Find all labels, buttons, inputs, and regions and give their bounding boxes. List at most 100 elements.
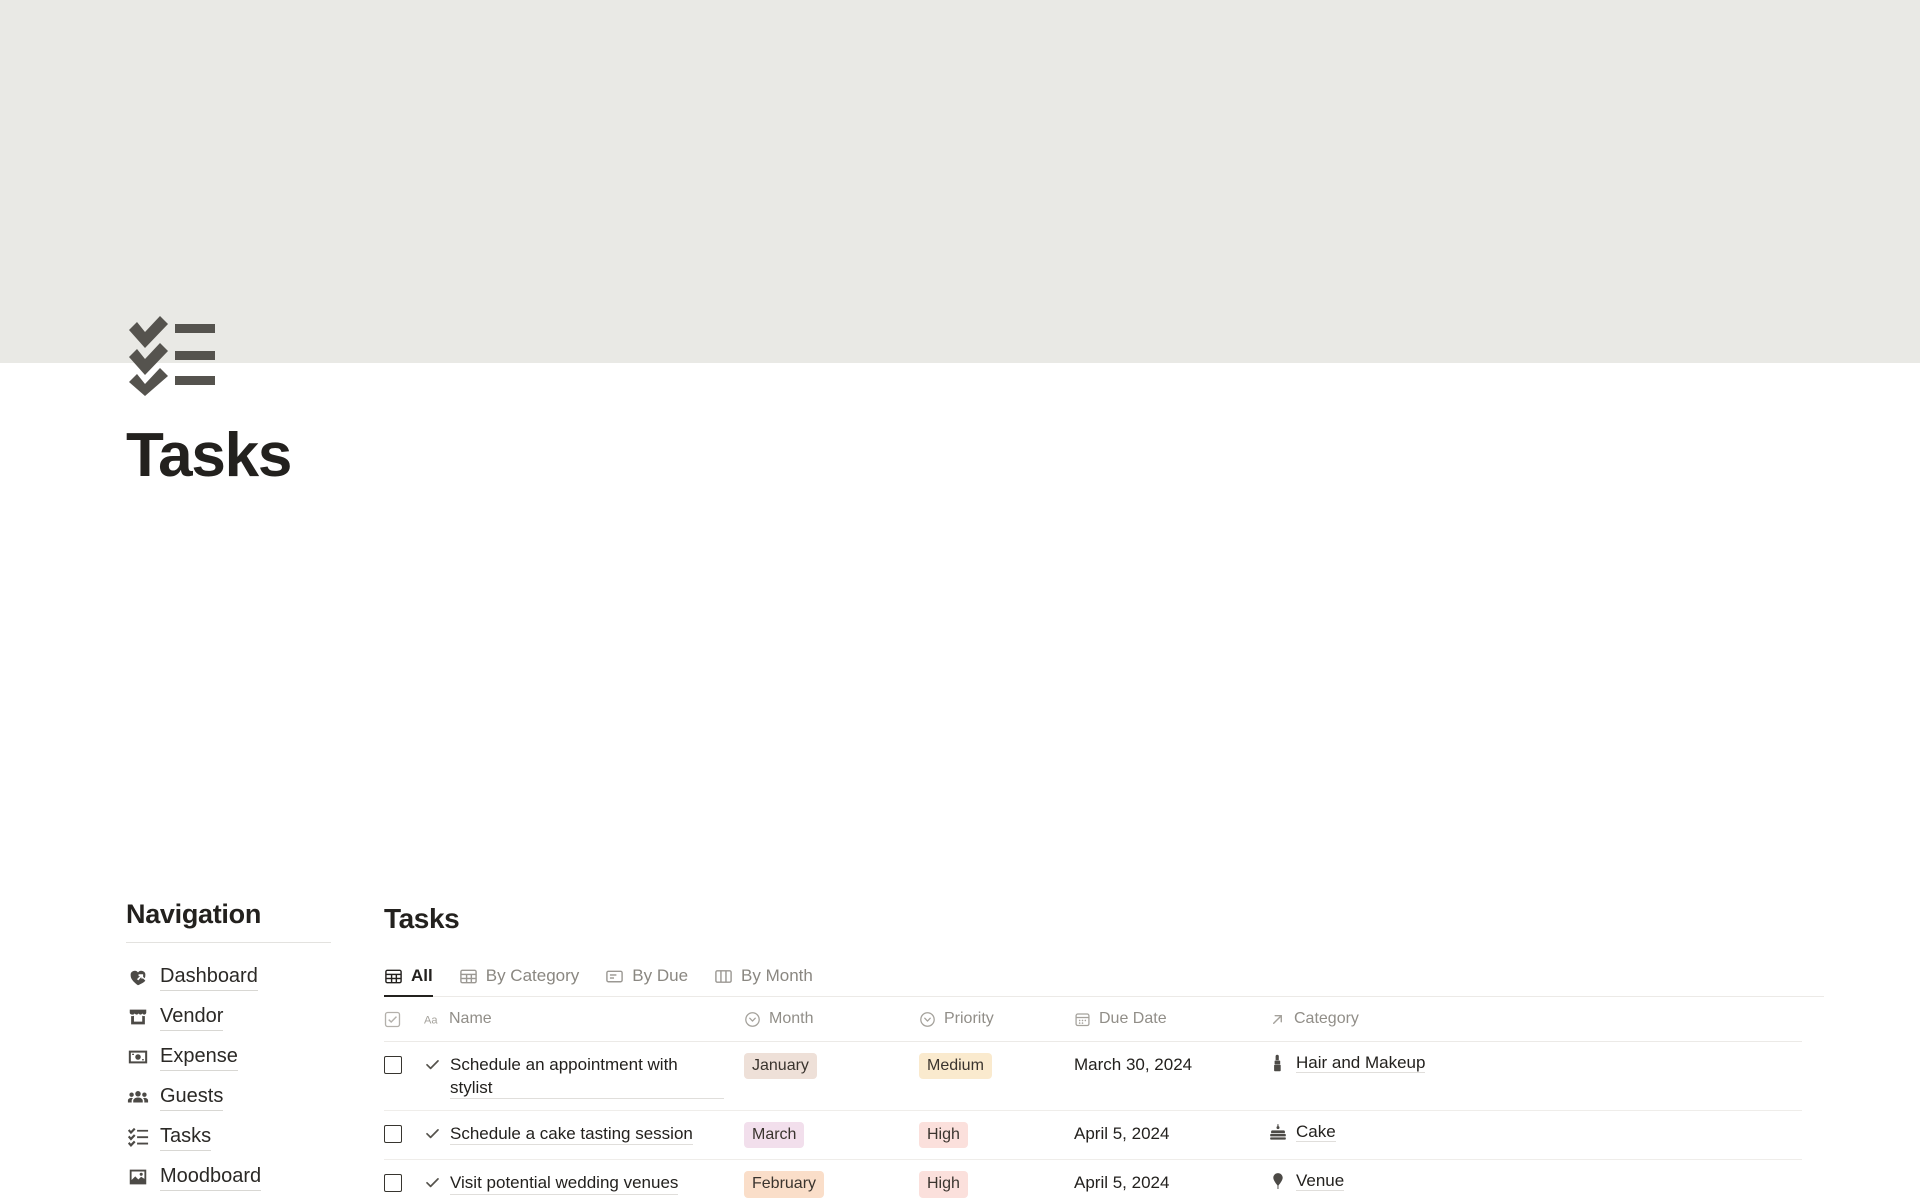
row-priority-cell: High <box>919 1110 1074 1161</box>
board-icon <box>715 969 732 983</box>
tab-label: All <box>411 966 433 985</box>
row-due-cell: April 5, 2024 <box>1074 1110 1269 1161</box>
column-header-due-date[interactable]: Due Date <box>1074 997 1269 1042</box>
aa-icon: Aa <box>424 1014 438 1026</box>
column-header-label: Name <box>449 1010 492 1027</box>
divider <box>126 942 331 943</box>
page-cover <box>0 0 1920 396</box>
tab-label: By Month <box>741 966 813 985</box>
column-header-name[interactable]: Aa Name <box>424 997 744 1042</box>
column-header-category[interactable]: Category <box>1269 997 1802 1042</box>
tab-by-due[interactable]: By Due <box>605 966 688 996</box>
row-category-cell: Venue <box>1269 1159 1802 1199</box>
row-month-cell: February <box>744 1159 919 1199</box>
row-name-cell: Schedule a cake tasting session <box>424 1110 744 1161</box>
storefront-icon <box>126 1005 150 1029</box>
sidebar-item-guests[interactable]: Guests <box>126 1077 331 1117</box>
row-checkbox[interactable] <box>384 1125 402 1144</box>
row-checkbox[interactable] <box>384 1056 402 1074</box>
month-tag[interactable]: February <box>744 1171 825 1198</box>
tasks-database: Tasks All By Category By Due By Month Aa… <box>384 903 1824 1199</box>
priority-tag[interactable]: High <box>919 1122 968 1149</box>
task-name[interactable]: Schedule a cake tasting session <box>450 1122 693 1145</box>
sidebar-item-moodboard[interactable]: Moodboard <box>126 1157 331 1197</box>
table-row[interactable]: Visit potential wedding venues February … <box>384 1159 1802 1199</box>
task-name[interactable]: Visit potential wedding venues <box>450 1171 678 1194</box>
due-date-value[interactable]: April 5, 2024 <box>1074 1123 1169 1143</box>
column-header-label: Month <box>769 1010 814 1027</box>
table-row[interactable]: Schedule an appointment with stylist Jan… <box>384 1041 1802 1112</box>
column-header-label: Category <box>1294 1010 1359 1027</box>
priority-tag[interactable]: High <box>919 1171 968 1198</box>
column-header-month[interactable]: Month <box>744 997 919 1042</box>
lipstick-icon <box>1269 1054 1287 1072</box>
row-category-cell: Hair and Makeup <box>1269 1041 1802 1112</box>
sidebar-item-label: Expense <box>160 1044 238 1071</box>
row-priority-cell: Medium <box>919 1041 1074 1112</box>
row-checkbox[interactable] <box>384 1174 402 1193</box>
category-name[interactable]: Hair and Makeup <box>1296 1053 1425 1073</box>
table-icon <box>385 969 402 983</box>
list-card-icon <box>606 970 624 982</box>
tab-label: By Due <box>632 966 689 985</box>
people-icon <box>126 1085 150 1109</box>
row-priority-cell: High <box>919 1159 1074 1199</box>
checkbox-icon <box>384 1011 401 1027</box>
row-due-cell: April 5, 2024 <box>1074 1159 1269 1199</box>
due-date-value[interactable]: April 5, 2024 <box>1074 1172 1169 1192</box>
tasks-table: Aa Name Month Priority Due Date Category… <box>384 997 1802 1199</box>
checklist-icon <box>127 316 217 396</box>
navigation-heading: Navigation <box>126 899 262 929</box>
view-tabs: All By Category By Due By Month <box>384 957 1824 997</box>
task-name[interactable]: Schedule an appointment with stylist <box>450 1053 724 1099</box>
cake-icon <box>1269 1123 1287 1141</box>
tab-by-month[interactable]: By Month <box>714 966 813 996</box>
row-select-cell[interactable] <box>384 1159 424 1199</box>
money-icon <box>126 1045 150 1069</box>
page-title: Tasks <box>126 421 292 490</box>
sidebar-item-label: Tasks <box>160 1124 212 1151</box>
row-select-cell[interactable] <box>384 1110 424 1161</box>
calendar-icon <box>1075 1012 1090 1026</box>
check-icon <box>424 1174 441 1191</box>
check-icon <box>424 1056 441 1073</box>
image-icon <box>126 1165 150 1189</box>
pin-icon <box>1269 1172 1287 1190</box>
sidebar-item-dashboard[interactable]: Dashboard <box>126 957 331 997</box>
due-date-value[interactable]: March 30, 2024 <box>1074 1054 1192 1074</box>
column-header-label: Due Date <box>1099 1010 1167 1027</box>
sidebar-item-expense[interactable]: Expense <box>126 1037 331 1077</box>
column-header-label: Priority <box>944 1010 994 1027</box>
navigation-sidebar: Navigation Dashboard Vendor Expense Gues <box>126 899 331 1199</box>
database-title: Tasks <box>384 903 460 934</box>
svg-text:Aa: Aa <box>424 1014 438 1026</box>
tab-all[interactable]: All <box>384 966 433 997</box>
checklist-icon <box>126 1125 150 1149</box>
row-due-cell: March 30, 2024 <box>1074 1041 1269 1112</box>
sidebar-item-vendor[interactable]: Vendor <box>126 997 331 1037</box>
tab-by-category[interactable]: By Category <box>459 966 580 996</box>
row-month-cell: March <box>744 1110 919 1161</box>
category-name[interactable]: Venue <box>1296 1171 1344 1191</box>
table-row[interactable]: Schedule a cake tasting session March Hi… <box>384 1110 1802 1161</box>
select-icon <box>920 1011 935 1027</box>
sidebar-item-label: Guests <box>160 1084 224 1111</box>
month-tag[interactable]: March <box>744 1122 805 1149</box>
row-category-cell: Cake <box>1269 1110 1802 1161</box>
tab-label: By Category <box>485 966 580 985</box>
check-icon <box>424 1125 441 1142</box>
sidebar-item-label: Moodboard <box>160 1164 262 1191</box>
row-name-cell: Schedule an appointment with stylist <box>424 1041 744 1112</box>
sidebar-item-tasks[interactable]: Tasks <box>126 1117 331 1157</box>
row-select-cell[interactable] <box>384 1041 424 1112</box>
column-header-priority[interactable]: Priority <box>919 997 1074 1042</box>
column-header-select[interactable] <box>384 997 424 1042</box>
month-tag[interactable]: January <box>744 1053 817 1080</box>
relation-icon <box>1273 1014 1282 1024</box>
sidebar-item-label: Vendor <box>160 1004 224 1031</box>
category-name[interactable]: Cake <box>1296 1122 1336 1142</box>
row-month-cell: January <box>744 1041 919 1112</box>
table-header-row: Aa Name Month Priority Due Date Category <box>384 997 1802 1042</box>
priority-tag[interactable]: Medium <box>919 1053 992 1080</box>
sidebar-item-label: Dashboard <box>160 964 258 991</box>
